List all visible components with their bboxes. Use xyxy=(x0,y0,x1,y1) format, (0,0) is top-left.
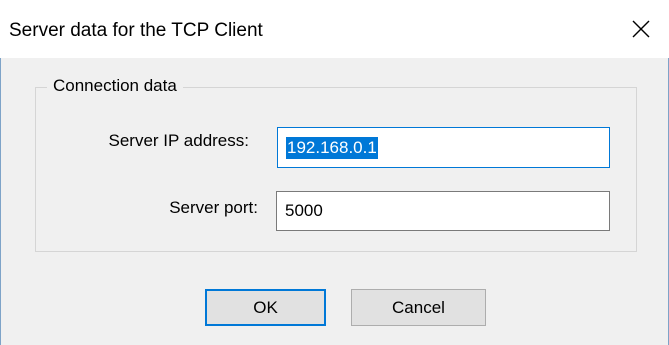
server-ip-label: Server IP address: xyxy=(108,131,249,150)
close-button[interactable] xyxy=(613,0,669,58)
ok-button[interactable]: OK xyxy=(205,289,326,326)
tcp-client-dialog: Server data for the TCP Client Connectio… xyxy=(0,0,669,345)
cancel-button[interactable]: Cancel xyxy=(351,289,486,326)
server-port-value: 5000 xyxy=(285,201,323,220)
server-port-label: Server port: xyxy=(169,198,258,217)
close-icon xyxy=(632,20,650,38)
ok-button-label: OK xyxy=(253,297,278,317)
window-title: Server data for the TCP Client xyxy=(9,20,263,41)
server-port-input[interactable]: 5000 xyxy=(276,191,610,231)
server-ip-input[interactable]: 192.168.0.1 xyxy=(277,127,610,168)
server-ip-value: 192.168.0.1 xyxy=(286,136,378,159)
groupbox-title: Connection data xyxy=(47,76,183,96)
title-bar: Server data for the TCP Client xyxy=(0,0,669,58)
cancel-button-label: Cancel xyxy=(392,297,445,317)
